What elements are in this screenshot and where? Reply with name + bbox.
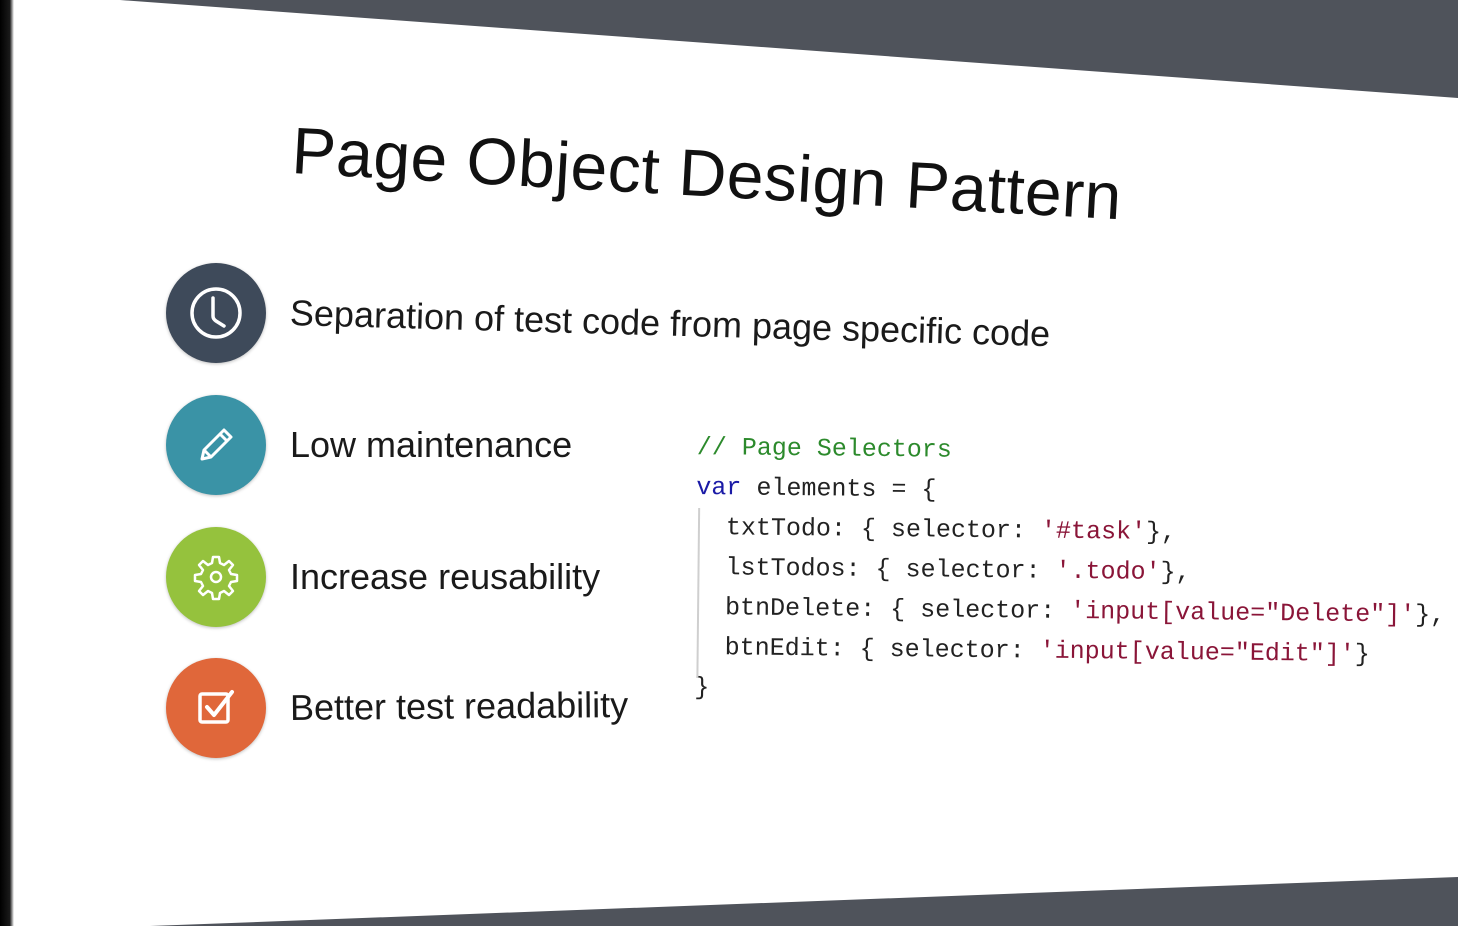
gear-icon: [166, 527, 266, 627]
frame-edge-shadow: [0, 0, 14, 926]
clock-icon: [166, 263, 266, 363]
code-key: lstTodos: { selector:: [695, 552, 1056, 586]
checkbox-icon: [166, 658, 266, 758]
code-string: 'input[value="Edit"]': [1039, 636, 1355, 669]
presentation-slide: Page Object Design Pattern Separation of…: [0, 0, 1458, 926]
bullet-item-separation: Separation of test code from page specif…: [166, 263, 1051, 363]
bullet-text: Better test readability: [289, 684, 629, 728]
bullet-item-reusability: Increase reusability: [166, 527, 600, 627]
code-tail: },: [1415, 600, 1446, 630]
code-tail: },: [1145, 517, 1177, 548]
slide-title: Page Object Design Pattern: [289, 113, 1124, 234]
code-line-close: }: [694, 668, 1454, 716]
code-line-entry: btnEdit: { selector: 'input[value="Edit"…: [694, 628, 1454, 676]
code-comment: // Page Selectors: [696, 432, 952, 465]
code-key: txtTodo: { selector:: [695, 512, 1042, 546]
bullet-text: Increase reusability: [290, 556, 601, 597]
code-tail: }: [1354, 639, 1370, 670]
code-string: 'input[value="Delete"]': [1070, 596, 1416, 630]
video-frame: Page Object Design Pattern Separation of…: [0, 0, 1458, 926]
bullet-text: Low maintenance: [290, 424, 573, 465]
code-tail: },: [1160, 557, 1191, 588]
code-keyword: var: [696, 472, 742, 503]
pencil-icon: [166, 395, 266, 495]
code-string: '#task': [1040, 516, 1147, 547]
code-key: btnEdit: { selector:: [694, 632, 1040, 666]
code-string: '.todo': [1055, 556, 1161, 587]
code-snippet: // Page Selectors var elements = { txtTo…: [694, 428, 1457, 716]
code-declaration: elements = {: [741, 473, 937, 505]
bullet-item-maintenance: Low maintenance: [166, 395, 572, 495]
code-key: btnDelete: { selector:: [694, 592, 1071, 626]
bullet-item-readability: Better test readability: [166, 658, 628, 758]
bullet-text: Separation of test code from page specif…: [289, 292, 1051, 355]
